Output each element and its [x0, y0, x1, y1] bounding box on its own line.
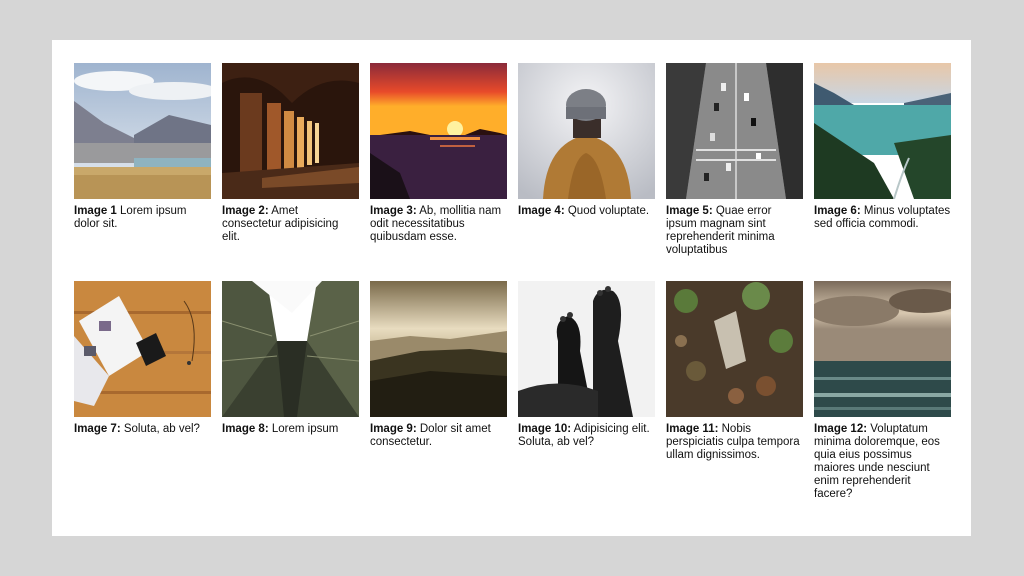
- gallery-card[interactable]: Image 8: Lorem ipsum: [222, 281, 359, 501]
- caption-label: Image 8:: [222, 423, 269, 435]
- bare-feet-image[interactable]: [518, 281, 655, 417]
- caption-label: Image 2:: [222, 205, 269, 217]
- image-caption: Image 3: Ab, mollitia nam odit necessita…: [370, 205, 507, 244]
- gallery-card[interactable]: Image 1 Lorem ipsum dolor sit.: [74, 63, 211, 281]
- magazine-desk-image[interactable]: [74, 281, 211, 417]
- image-caption: Image 8: Lorem ipsum: [222, 423, 359, 436]
- image-caption: Image 9: Dolor sit amet consectetur.: [370, 423, 507, 449]
- image-caption: Image 10: Adipisicing elit. Soluta, ab v…: [518, 423, 655, 449]
- caption-label: Image 6:: [814, 205, 861, 217]
- stormy-sea-image[interactable]: [814, 281, 951, 417]
- caption-label: Image 11:: [666, 423, 719, 435]
- image-grid: Image 1 Lorem ipsum dolor sit. Image 2: …: [74, 63, 951, 501]
- caption-text: Soluta, ab vel?: [120, 423, 200, 435]
- forest-lake-image[interactable]: [814, 63, 951, 199]
- gallery-page: Image 1 Lorem ipsum dolor sit. Image 2: …: [52, 40, 971, 536]
- gallery-card[interactable]: Image 3: Ab, mollitia nam odit necessita…: [370, 63, 507, 281]
- gallery-card[interactable]: Image 2: Amet consectetur adipisicing el…: [222, 63, 359, 281]
- caption-text: Quod voluptate.: [564, 205, 650, 217]
- image-caption: Image 2: Amet consectetur adipisicing el…: [222, 205, 359, 244]
- sunset-sea-image[interactable]: [370, 63, 507, 199]
- gallery-card[interactable]: Image 5: Quae error ipsum magnam sint re…: [666, 63, 803, 281]
- mountain-lake-image[interactable]: [74, 63, 211, 199]
- caption-label: Image 4:: [518, 205, 565, 217]
- leaves-ground-image[interactable]: [666, 281, 803, 417]
- image-caption: Image 12: Voluptatum minima doloremque, …: [814, 423, 951, 501]
- gallery-card[interactable]: Image 9: Dolor sit amet consectetur.: [370, 281, 507, 501]
- hazy-hills-image[interactable]: [370, 281, 507, 417]
- caption-label: Image 9:: [370, 423, 417, 435]
- caption-label: Image 3:: [370, 205, 417, 217]
- image-caption: Image 1 Lorem ipsum dolor sit.: [74, 205, 211, 231]
- caption-label: Image 5:: [666, 205, 713, 217]
- gallery-card[interactable]: Image 6: Minus voluptates sed officia co…: [814, 63, 951, 281]
- caption-label: Image 12:: [814, 423, 868, 435]
- image-caption: Image 7: Soluta, ab vel?: [74, 423, 211, 436]
- person-beanie-image[interactable]: [518, 63, 655, 199]
- arched-corridor-image[interactable]: [222, 63, 359, 199]
- image-caption: Image 4: Quod voluptate.: [518, 205, 655, 218]
- gallery-card[interactable]: Image 11: Nobis perspiciatis culpa tempo…: [666, 281, 803, 501]
- aerial-highway-image[interactable]: [666, 63, 803, 199]
- caption-text: Lorem ipsum: [268, 423, 339, 435]
- gallery-card[interactable]: Image 12: Voluptatum minima doloremque, …: [814, 281, 951, 501]
- gallery-card[interactable]: Image 4: Quod voluptate.: [518, 63, 655, 281]
- image-caption: Image 5: Quae error ipsum magnam sint re…: [666, 205, 803, 257]
- skyscrapers-image[interactable]: [222, 281, 359, 417]
- gallery-card[interactable]: Image 10: Adipisicing elit. Soluta, ab v…: [518, 281, 655, 501]
- caption-label: Image 1: [74, 205, 117, 217]
- image-caption: Image 6: Minus voluptates sed officia co…: [814, 205, 951, 231]
- caption-label: Image 7:: [74, 423, 121, 435]
- gallery-card[interactable]: Image 7: Soluta, ab vel?: [74, 281, 211, 501]
- image-caption: Image 11: Nobis perspiciatis culpa tempo…: [666, 423, 803, 462]
- caption-label: Image 10:: [518, 423, 572, 435]
